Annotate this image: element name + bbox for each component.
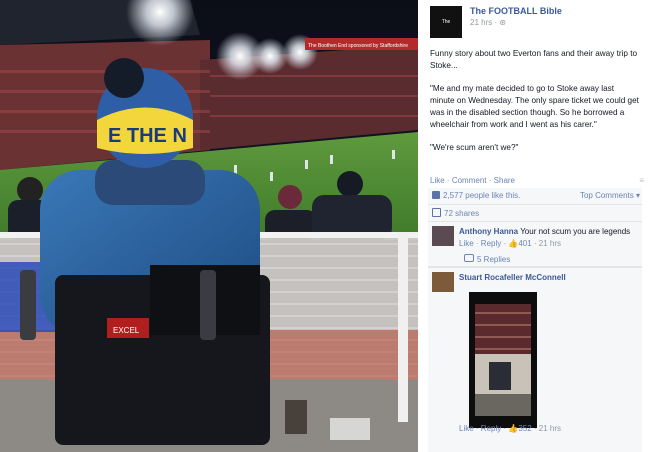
- comment-meta: Like · Reply · 👍401 · 21 hrs: [459, 239, 562, 248]
- comment-reply-link[interactable]: Reply: [481, 239, 501, 248]
- post-timestamp[interactable]: 21 hrs · ⊛: [470, 18, 506, 27]
- shares-count[interactable]: 72 shares: [444, 209, 479, 218]
- comment-reply-link[interactable]: Reply: [481, 424, 501, 433]
- likes-row: 2,577 people like this. Top Comments ▾: [428, 188, 642, 205]
- comment-likes[interactable]: 352: [518, 424, 531, 433]
- comment-author[interactable]: Anthony Hanna: [459, 227, 518, 236]
- collapse-icon[interactable]: ≡: [639, 176, 644, 185]
- comment-text: Your not scum you are legends: [520, 227, 631, 236]
- post-actions: Like · Comment · Share ≡: [430, 176, 644, 185]
- comment-like-link[interactable]: Like: [459, 424, 474, 433]
- post-photo[interactable]: The Boothen End sponsored by Staffordshi…: [0, 0, 418, 452]
- comment-author[interactable]: Stuart Rocafeller McConnell: [459, 273, 566, 282]
- comment-item: Stuart Rocafeller McConnell Like · Reply…: [428, 268, 642, 452]
- reply-arrow-icon: [464, 254, 474, 262]
- replies-count[interactable]: 5 Replies: [477, 255, 510, 264]
- stadium-photo-illustration: The Boothen End sponsored by Staffordshi…: [0, 0, 418, 452]
- thumbs-up-icon: 👍: [508, 424, 519, 433]
- post-paragraph: "Me and my mate decided to go to Stoke a…: [430, 84, 639, 129]
- post-body: Funny story about two Everton fans and t…: [430, 48, 640, 165]
- view-replies-link[interactable]: 5 Replies: [464, 254, 510, 264]
- replies-row: 5 Replies: [428, 251, 642, 268]
- comment-link[interactable]: Comment: [452, 176, 487, 185]
- like-link[interactable]: Like: [430, 176, 445, 185]
- page-logo[interactable]: The FOOTBALL Bible: [430, 6, 462, 89]
- post-paragraph: "We're scum aren't we?": [430, 143, 519, 152]
- avatar[interactable]: [432, 226, 454, 246]
- action-separator: ·: [446, 176, 450, 185]
- page-name-link[interactable]: The FOOTBALL Bible: [470, 6, 562, 16]
- share-link[interactable]: Share: [494, 176, 515, 185]
- comment-photo-image: [469, 292, 537, 428]
- comment-likes[interactable]: 401: [518, 239, 531, 248]
- action-separator: ·: [488, 176, 492, 185]
- comment-like-count[interactable]: 👍401: [508, 239, 531, 248]
- share-icon: [432, 208, 441, 217]
- likes-summary[interactable]: 2,577 people like this.: [432, 191, 520, 200]
- shares-link[interactable]: 72 shares: [432, 208, 479, 218]
- likes-count[interactable]: 2,577 people like this.: [443, 191, 520, 200]
- top-comments-dropdown[interactable]: Top Comments ▾: [580, 191, 640, 200]
- audience-icon: · ⊛: [494, 18, 507, 27]
- post-time[interactable]: 21 hrs: [470, 18, 492, 27]
- comment-like-count[interactable]: 👍352: [508, 424, 531, 433]
- stand-banner-text: The Boothen End sponsored by Staffordshi…: [308, 43, 408, 49]
- wheelchair-badge: EXCEL: [113, 326, 140, 335]
- comment-like-link[interactable]: Like: [459, 239, 474, 248]
- shares-row: 72 shares: [428, 205, 642, 222]
- post-header: The FOOTBALL Bible The FOOTBALL Bible 21…: [430, 4, 644, 89]
- comment-time[interactable]: 21 hrs: [539, 239, 561, 248]
- comment-time[interactable]: 21 hrs: [539, 424, 561, 433]
- thumbs-up-icon: 👍: [508, 239, 519, 248]
- hat-text: E THE N: [108, 125, 187, 147]
- thumbs-up-icon: [432, 191, 440, 199]
- avatar[interactable]: [432, 272, 454, 292]
- comment-photo[interactable]: [469, 292, 537, 428]
- feedback-section: 2,577 people like this. Top Comments ▾ 7…: [428, 188, 642, 452]
- comment-body: Anthony Hanna Your not scum you are lege…: [459, 227, 630, 236]
- post-paragraph: Funny story about two Everton fans and t…: [430, 49, 638, 70]
- comment-meta: Like · Reply · 👍352 · 21 hrs: [459, 424, 562, 433]
